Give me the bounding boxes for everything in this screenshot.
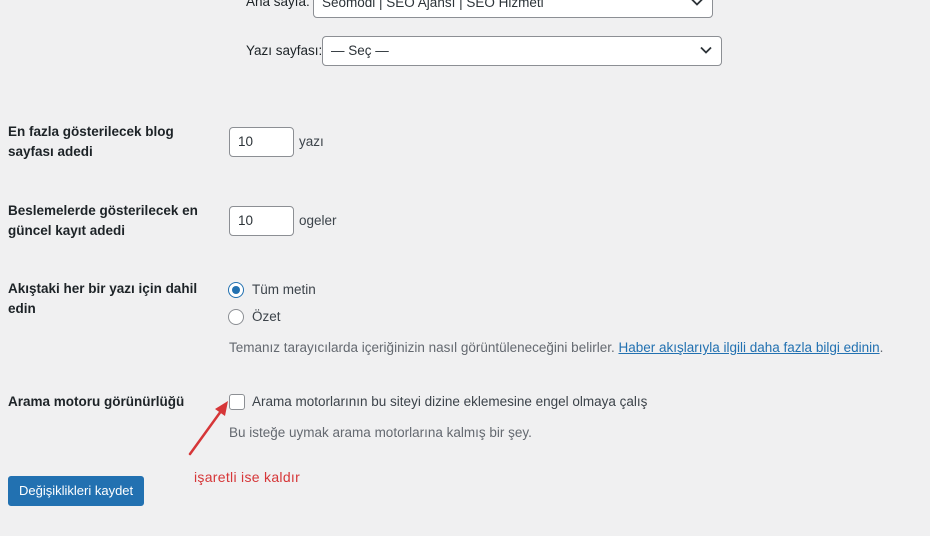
save-changes-button[interactable]: Değişiklikleri kaydet: [8, 476, 145, 506]
annotation-text: işaretli ise kaldır: [194, 469, 301, 485]
blog-pages-input[interactable]: 10: [229, 127, 294, 157]
blog-pages-label: En fazla gösterilecek blog sayfası adedi: [8, 124, 174, 159]
feed-items-input[interactable]: 10: [229, 206, 294, 236]
search-visibility-label: Arama motoru görünürlüğü: [8, 394, 185, 409]
radio-summary-label: Özet: [252, 309, 281, 324]
posts-page-label: Yazı sayfası:: [246, 43, 323, 58]
annotation-arrow-icon: [188, 401, 228, 456]
search-visibility-description: Bu isteğe uymak arama motorlarına kalmış…: [229, 425, 532, 440]
radio-full-text[interactable]: [228, 282, 244, 298]
blog-pages-unit: yazı: [299, 134, 324, 149]
feed-items-unit: ogeler: [299, 213, 337, 228]
feed-description-text: Temanız tarayıcılarda içeriğinizin nasıl…: [229, 340, 615, 355]
feed-description-period: .: [879, 340, 884, 355]
discourage-search-label: Arama motorlarının bu siteyi dizine ekle…: [252, 394, 648, 409]
homepage-label: Ana sayfa:: [246, 0, 310, 9]
posts-page-select[interactable]: — Seç —: [322, 36, 722, 66]
chevron-down-icon: [700, 46, 712, 54]
feed-items-label: Beslemelerde gösterilecek en güncel kayı…: [8, 203, 198, 238]
feed-content-label: Akıştaki her bir yazı için dahil edin: [8, 281, 198, 316]
posts-page-select-value: — Seç —: [331, 43, 389, 58]
feed-content-description: Temanız tarayıcılarda içeriğinizin nasıl…: [229, 340, 883, 355]
chevron-down-icon: [691, 0, 703, 6]
homepage-select-value: Seomodi | SEO Ajansı | SEO Hizmeti: [322, 0, 544, 10]
homepage-select[interactable]: Seomodi | SEO Ajansı | SEO Hizmeti: [313, 0, 713, 18]
feed-more-info-link[interactable]: Haber akışlarıyla ilgili daha fazla bilg…: [618, 340, 879, 355]
radio-summary[interactable]: [228, 309, 244, 325]
radio-full-text-label: Tüm metin: [252, 282, 316, 297]
